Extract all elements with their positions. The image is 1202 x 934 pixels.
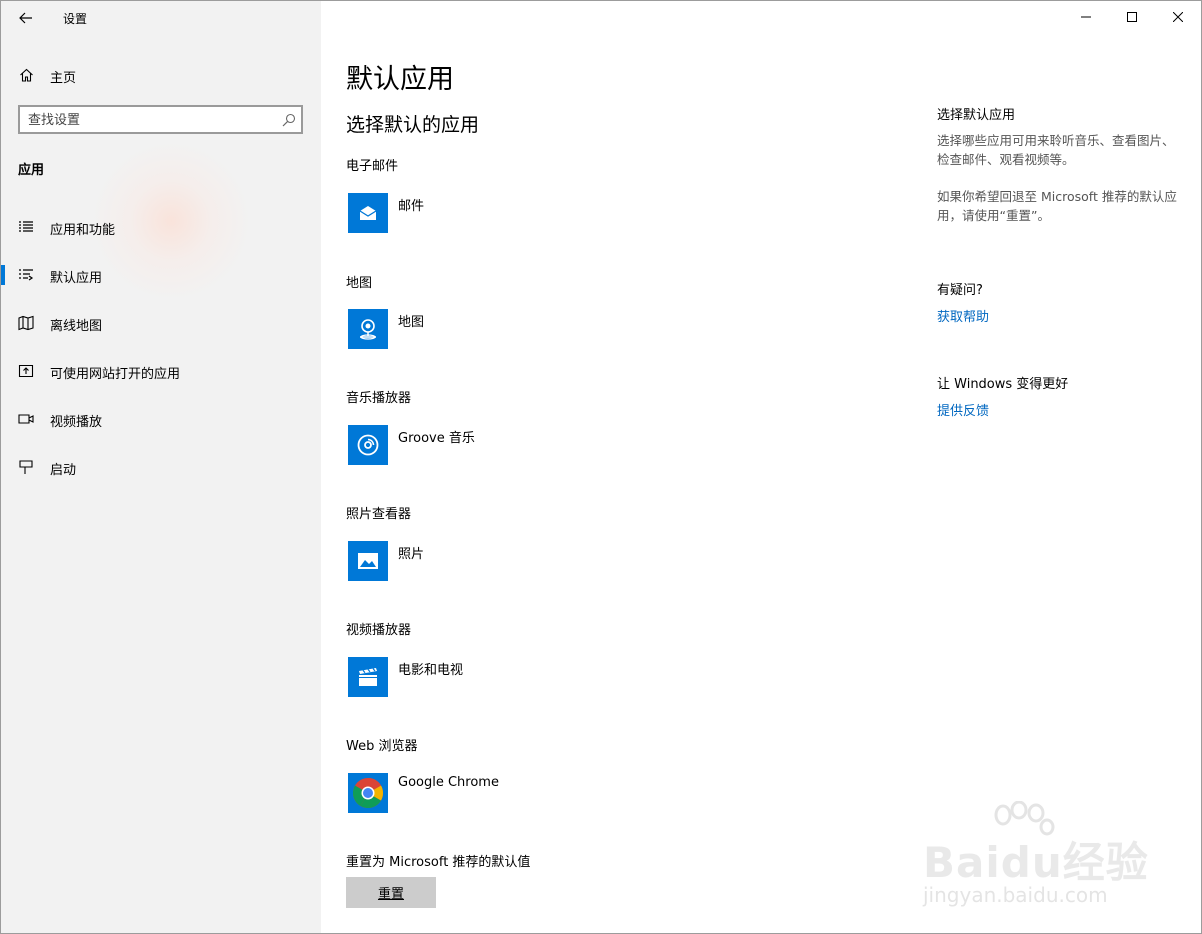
app-tile	[348, 193, 388, 233]
app-name: Groove 音乐	[398, 431, 475, 446]
close-icon	[1173, 12, 1183, 22]
default-app-browser-button[interactable]: Google Chrome	[346, 773, 666, 817]
default-app-maps-button[interactable]: 地图	[346, 309, 666, 353]
sidebar-item-label: 可使用网站打开的应用	[50, 367, 181, 382]
minimize-icon	[1081, 16, 1091, 18]
app-tile	[348, 425, 388, 465]
app-name: 地图	[398, 315, 425, 330]
search-box	[18, 105, 303, 134]
category-label-maps: 地图	[346, 276, 373, 291]
give-feedback-link[interactable]: 提供反馈	[937, 400, 989, 419]
category-label-music: 音乐播放器	[346, 391, 412, 406]
back-arrow-icon	[19, 12, 32, 24]
default-app-email-button[interactable]: 邮件	[346, 193, 666, 237]
baidu-watermark: Baidu经验 jingyan.baidu.com	[919, 801, 1189, 911]
close-button[interactable]	[1155, 1, 1201, 33]
search-icon	[282, 113, 296, 127]
app-tile	[348, 541, 388, 581]
maps-icon	[360, 319, 376, 340]
category-label-video: 视频播放器	[346, 623, 412, 638]
chrome-icon	[352, 778, 384, 809]
window-controls	[1063, 1, 1201, 33]
sidebar-item-startup[interactable]: 启动	[1, 449, 321, 485]
sidebar-item-video-playback[interactable]: 视频播放	[1, 401, 321, 437]
sidebar-item-label: 启动	[50, 463, 77, 478]
search-button[interactable]	[282, 112, 296, 131]
groove-music-icon	[357, 434, 379, 456]
reset-label: 重置为 Microsoft 推荐的默认值	[346, 855, 531, 870]
app-title: 设置	[63, 12, 88, 26]
home-icon	[20, 68, 33, 82]
search-input[interactable]	[28, 111, 268, 129]
minimize-button[interactable]	[1063, 1, 1109, 33]
sidebar-item-label: 离线地图	[50, 319, 103, 334]
sidebar-item-label: 应用和功能	[50, 223, 116, 238]
photos-icon	[358, 553, 378, 569]
sidebar-item-label: 视频播放	[50, 415, 103, 430]
offline-maps-icon	[18, 315, 34, 331]
section-title: 应用	[18, 163, 45, 178]
feedback-heading: 让 Windows 变得更好	[937, 377, 1069, 392]
apps-for-websites-icon	[18, 364, 34, 378]
back-button[interactable]	[11, 5, 41, 31]
sidebar-item-offline-maps[interactable]: 离线地图	[1, 305, 321, 341]
watermark-brand: Baidu经验	[923, 838, 1149, 887]
default-app-photos-button[interactable]: 照片	[346, 541, 666, 585]
questions-heading: 有疑问?	[937, 283, 983, 298]
app-name: 邮件	[398, 199, 425, 214]
sidebar: 设置 主页 应用 应用和功能	[1, 1, 321, 933]
related-heading: 选择默认应用	[937, 108, 1016, 123]
app-tile	[348, 309, 388, 349]
settings-window: 设置 主页 应用 应用和功能	[0, 0, 1202, 934]
section-subtitle: 选择默认的应用	[346, 114, 480, 136]
default-apps-icon	[19, 269, 34, 281]
category-label-email: 电子邮件	[346, 159, 399, 174]
category-label-web-browser: Web 浏览器	[346, 739, 418, 754]
maximize-button[interactable]	[1109, 1, 1155, 33]
app-name: 照片	[398, 547, 425, 562]
mail-icon	[359, 206, 377, 220]
default-app-music-button[interactable]: Groove 音乐	[346, 425, 666, 469]
sidebar-item-apps-for-websites[interactable]: 可使用网站打开的应用	[1, 353, 321, 389]
apps-features-icon	[19, 221, 33, 232]
category-label-photos: 照片查看器	[346, 507, 412, 522]
get-help-link[interactable]: 获取帮助	[937, 306, 989, 325]
main-content: 默认应用 选择默认的应用 电子邮件 邮件 地图 地图 音乐播放器 Groove …	[321, 1, 1201, 933]
related-description: 选择哪些应用可用来聆听音乐、查看图片、检查邮件、观看视频等。	[937, 133, 1175, 167]
home-label: 主页	[50, 71, 77, 86]
app-name: Google Chrome	[398, 775, 499, 790]
sidebar-item-apps-features[interactable]: 应用和功能	[1, 209, 321, 245]
reset-hint: 如果你希望回退至 Microsoft 推荐的默认应用，请使用“重置”。	[937, 189, 1177, 223]
active-indicator	[1, 265, 5, 285]
app-tile	[348, 657, 388, 697]
sidebar-item-label: 默认应用	[50, 271, 103, 286]
watermark-url: jingyan.baidu.com	[923, 883, 1108, 907]
sidebar-item-default-apps[interactable]: 默认应用	[1, 257, 321, 293]
movies-tv-icon	[359, 668, 377, 686]
reset-button[interactable]: 重置	[346, 877, 436, 908]
page-title: 默认应用	[346, 64, 454, 95]
default-app-video-button[interactable]: 电影和电视	[346, 657, 666, 701]
sidebar-item-home[interactable]: 主页	[1, 61, 321, 91]
startup-icon	[19, 460, 33, 474]
app-tile	[348, 773, 388, 813]
app-name: 电影和电视	[398, 663, 464, 678]
video-playback-icon	[18, 414, 34, 424]
maximize-icon	[1127, 12, 1137, 22]
